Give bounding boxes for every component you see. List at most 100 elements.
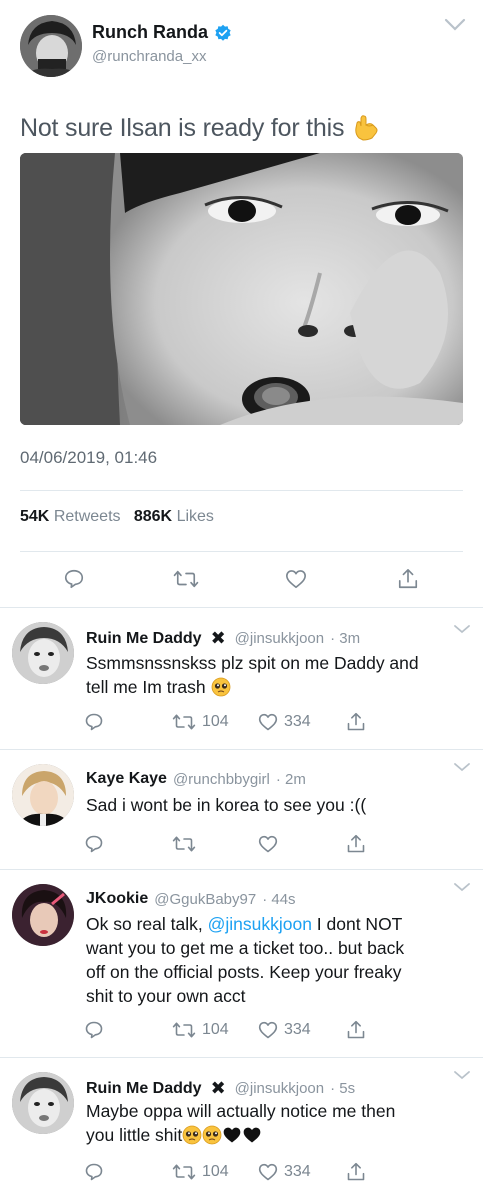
chevron-down-icon[interactable] bbox=[453, 624, 471, 636]
reply-tweet[interactable]: Kaye Kaye @runchbbygirl · 2m Sad i wont … bbox=[0, 750, 483, 870]
avatar[interactable] bbox=[12, 884, 74, 946]
retweet-button[interactable]: 104 bbox=[172, 1020, 229, 1040]
tweet-actions bbox=[0, 568, 483, 594]
reply-icon bbox=[64, 569, 84, 589]
share-icon bbox=[347, 834, 365, 853]
reply-text: Ssmmsnssnskss plz spit on me Daddy and t… bbox=[86, 651, 466, 699]
share-button[interactable] bbox=[397, 568, 419, 590]
reply-actions: 104 334 bbox=[0, 1020, 483, 1042]
reply-author-name[interactable]: Kaye Kaye bbox=[86, 770, 167, 788]
reply-text-line: Ssmmsnssnskss plz spit on me Daddy and bbox=[86, 653, 419, 673]
reply-time[interactable]: · 3m bbox=[330, 630, 360, 647]
chevron-down-icon[interactable] bbox=[453, 1070, 471, 1082]
retweet-icon bbox=[173, 570, 199, 588]
like-button[interactable]: 334 bbox=[258, 1162, 311, 1182]
reply-text-line: shit to your own acct bbox=[86, 986, 246, 1006]
reply-button[interactable] bbox=[84, 834, 104, 854]
chevron-down-icon[interactable] bbox=[443, 15, 467, 35]
reply-button[interactable] bbox=[84, 1162, 104, 1182]
x-mark-icon: ✖ bbox=[210, 628, 226, 648]
tweet-timestamp[interactable]: 04/06/2019, 01:46 bbox=[20, 448, 157, 468]
share-icon bbox=[347, 1162, 365, 1181]
retweet-count: 104 bbox=[202, 1163, 229, 1180]
mention-link[interactable]: @jinsukkjoon bbox=[208, 914, 312, 934]
reply-author-name[interactable]: Ruin Me Daddy bbox=[86, 1080, 202, 1098]
reply-text-content: tell me Im trash bbox=[86, 677, 206, 697]
reply-author-name[interactable]: JKookie bbox=[86, 890, 148, 908]
share-button[interactable] bbox=[346, 1162, 366, 1182]
reply-icon bbox=[85, 1163, 103, 1181]
retweets-count[interactable]: 54K bbox=[20, 508, 49, 525]
share-button[interactable] bbox=[346, 1020, 366, 1040]
reply-header: Kaye Kaye @runchbbygirl · 2m bbox=[86, 770, 306, 788]
chevron-down-icon[interactable] bbox=[453, 762, 471, 774]
reply-tweet[interactable]: JKookie @GgukBaby97 · 44s Ok so real tal… bbox=[0, 870, 483, 1058]
reply-actions: 104 334 bbox=[0, 712, 483, 734]
reply-handle[interactable]: @jinsukkjoon bbox=[235, 1080, 324, 1097]
reply-button[interactable] bbox=[84, 1020, 104, 1040]
like-button[interactable] bbox=[258, 834, 278, 854]
like-button[interactable]: 334 bbox=[258, 1020, 311, 1040]
retweets-label[interactable]: Retweets bbox=[54, 508, 121, 525]
divider bbox=[20, 551, 463, 552]
author-name[interactable]: Runch Randa bbox=[92, 22, 208, 43]
reply-text-line: want you to get me a ticket too.. but ba… bbox=[86, 938, 405, 958]
reply-author-name[interactable]: Ruin Me Daddy bbox=[86, 630, 202, 648]
pleading-face-emoji bbox=[182, 1125, 202, 1145]
verified-badge-icon bbox=[214, 24, 232, 42]
reply-handle[interactable]: @GgukBaby97 bbox=[154, 891, 256, 908]
retweet-button[interactable]: 104 bbox=[172, 1162, 229, 1182]
share-icon bbox=[347, 1020, 365, 1039]
chevron-down-icon[interactable] bbox=[453, 882, 471, 894]
retweet-icon bbox=[172, 714, 196, 730]
author-handle[interactable]: @runchranda_xx bbox=[92, 48, 206, 65]
retweet-button[interactable] bbox=[173, 568, 199, 590]
share-button[interactable] bbox=[346, 834, 366, 854]
reply-text-line: tell me Im trash bbox=[86, 675, 466, 699]
retweet-icon bbox=[172, 1164, 196, 1180]
reply-text: Maybe oppa will actually notice me then … bbox=[86, 1099, 466, 1147]
reply-time[interactable]: · 5s bbox=[330, 1080, 355, 1097]
like-button[interactable]: 334 bbox=[258, 712, 311, 732]
reply-button[interactable] bbox=[84, 712, 104, 732]
reply-header: Ruin Me Daddy ✖ @jinsukkjoon · 5s bbox=[86, 1078, 355, 1099]
heart-icon bbox=[286, 570, 306, 589]
reply-tweet[interactable]: Ruin Me Daddy ✖ @jinsukkjoon · 3m Ssmmsn… bbox=[0, 608, 483, 750]
reply-handle[interactable]: @jinsukkjoon bbox=[235, 630, 324, 647]
reply-text-line: Maybe oppa will actually notice me then bbox=[86, 1101, 396, 1121]
reply-icon bbox=[85, 835, 103, 853]
reply-time[interactable]: · 2m bbox=[276, 771, 306, 788]
author-avatar[interactable] bbox=[20, 15, 82, 77]
retweet-button[interactable] bbox=[172, 834, 196, 854]
reply-handle[interactable]: @runchbbygirl bbox=[173, 771, 270, 788]
pleading-face-emoji bbox=[202, 1125, 222, 1145]
likes-count[interactable]: 886K bbox=[134, 508, 172, 525]
reply-tweet[interactable]: Ruin Me Daddy ✖ @jinsukkjoon · 5s Maybe … bbox=[0, 1058, 483, 1200]
heart-icon bbox=[258, 1163, 278, 1181]
heart-icon bbox=[258, 713, 278, 731]
share-button[interactable] bbox=[346, 712, 366, 732]
main-tweet: Runch Randa @runchranda_xx Not sure Ilsa… bbox=[0, 0, 483, 608]
tweet-text-content: Not sure Ilsan is ready for this bbox=[20, 114, 345, 142]
divider bbox=[20, 490, 463, 491]
reply-header: JKookie @GgukBaby97 · 44s bbox=[86, 890, 296, 908]
likes-label[interactable]: Likes bbox=[177, 508, 214, 525]
tweet-photo[interactable] bbox=[20, 153, 463, 425]
avatar[interactable] bbox=[12, 1072, 74, 1134]
retweet-count: 104 bbox=[202, 1021, 229, 1038]
avatar[interactable] bbox=[12, 764, 74, 826]
avatar[interactable] bbox=[12, 622, 74, 684]
reply-time[interactable]: · 44s bbox=[262, 891, 295, 908]
reply-button[interactable] bbox=[63, 568, 85, 590]
retweet-icon bbox=[172, 1022, 196, 1038]
pleading-face-emoji bbox=[211, 677, 231, 697]
like-count: 334 bbox=[284, 1021, 311, 1038]
hand-sign-emoji bbox=[351, 112, 381, 142]
retweet-button[interactable]: 104 bbox=[172, 712, 229, 732]
heart-icon bbox=[258, 1021, 278, 1039]
tweet-stats: 54K Retweets 886K Likes bbox=[20, 508, 214, 526]
author-name-row[interactable]: Runch Randa bbox=[92, 22, 232, 43]
black-heart-emoji bbox=[242, 1125, 262, 1145]
like-button[interactable] bbox=[285, 568, 307, 590]
share-icon bbox=[398, 569, 418, 589]
